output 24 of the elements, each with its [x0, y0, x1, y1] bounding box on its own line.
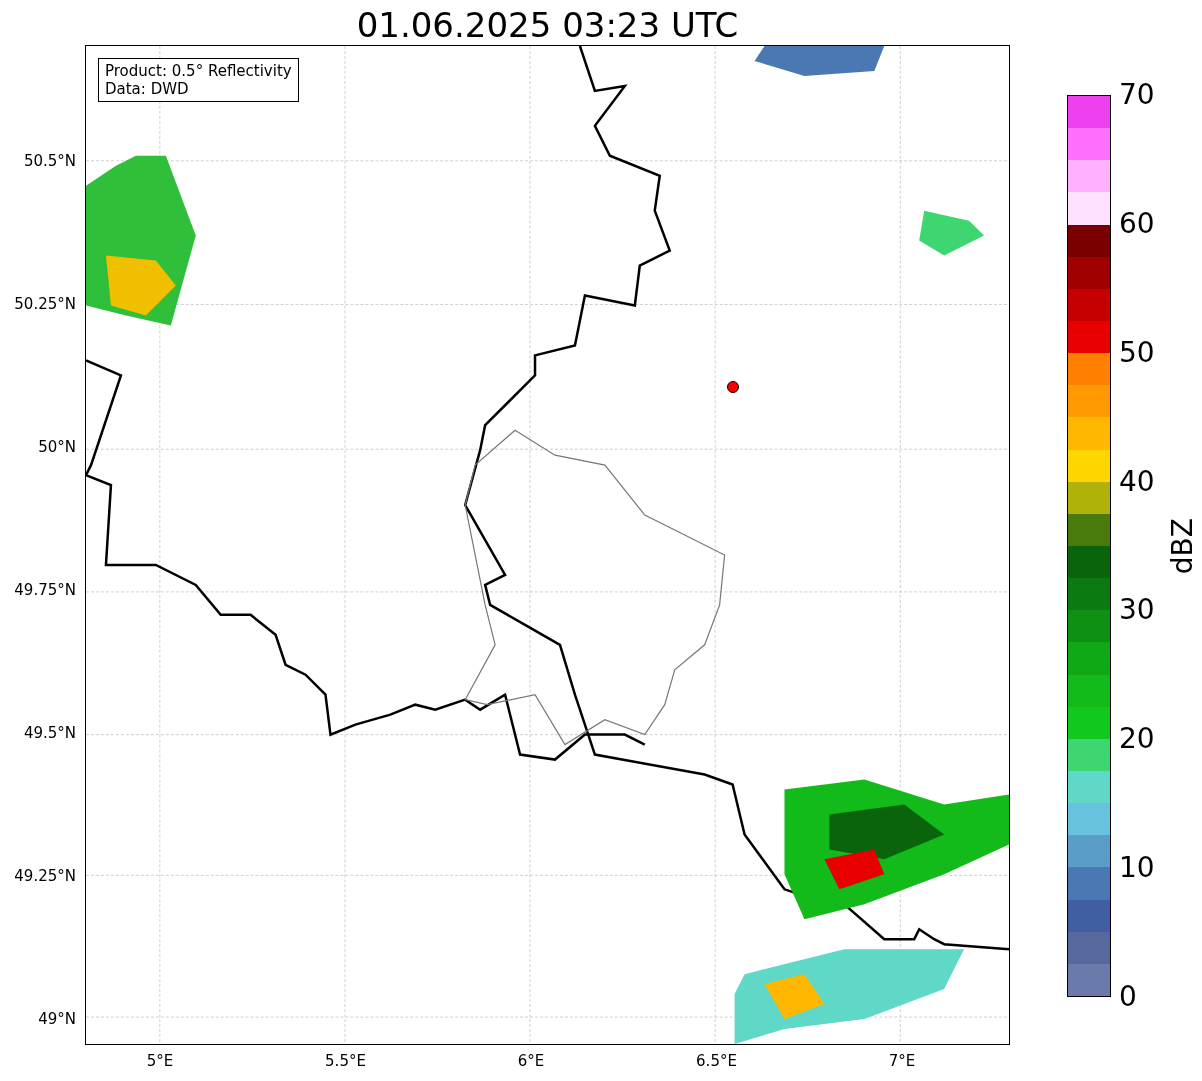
y-axis-tick-label: 49.25°N [14, 867, 76, 885]
colorbar-tick-label: 30 [1119, 595, 1155, 626]
info-text: Product: 0.5° Reflectivity [105, 62, 292, 80]
x-axis-tick-label: 6°E [517, 1052, 545, 1070]
x-axis-tick-label: 6.5°E [696, 1052, 737, 1070]
y-axis-tick-label: 49.75°N [14, 581, 76, 599]
colorbar-tick-label: 70 [1119, 80, 1155, 110]
colorbar-tick-label: 20 [1119, 724, 1155, 755]
x-axis-tick-label: 7°E [888, 1052, 916, 1070]
y-axis-tick-label: 50.25°N [14, 295, 76, 313]
y-axis-tick-label: 49°N [38, 1010, 76, 1028]
info-text: Data: DWD [105, 80, 190, 98]
chart-title: 01.06.2025 03:23 UTC [355, 4, 740, 45]
colorbar-label: dBZ [1167, 517, 1199, 575]
x-axis-tick-label: 5.5°E [325, 1052, 366, 1070]
y-axis-tick-label: 50°N [38, 438, 76, 456]
colorbar-tick-label: 50 [1119, 337, 1155, 368]
y-axis-tick-label: 50.5°N [23, 152, 76, 170]
colorbar-tick-label: 10 [1119, 853, 1155, 884]
x-axis-tick-label: 5°E [146, 1052, 174, 1070]
colorbar-tick-label: 0 [1119, 982, 1137, 1012]
y-axis-tick-label: 49.5°N [23, 724, 76, 742]
colorbar-tick-label: 40 [1119, 466, 1155, 497]
colorbar-tick-label: 60 [1119, 208, 1155, 239]
